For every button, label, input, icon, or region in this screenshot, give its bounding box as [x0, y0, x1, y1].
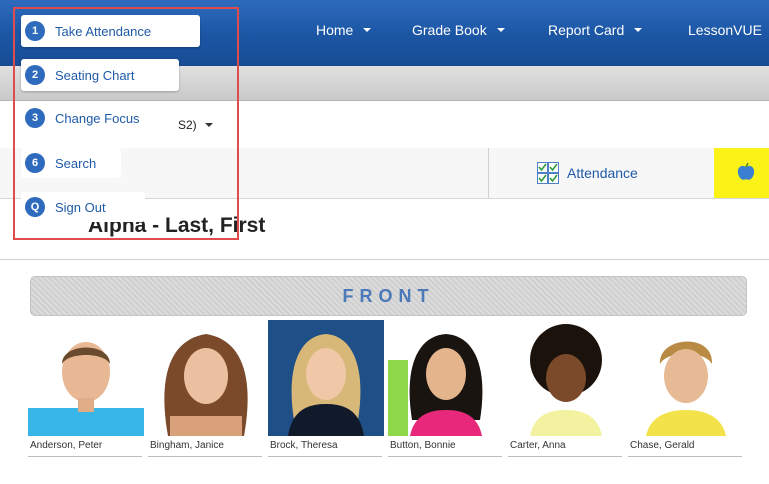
menu-search-label: Search	[55, 155, 97, 171]
menu-sign-out-label: Sign Out	[55, 199, 106, 215]
nav-grade-book[interactable]: Grade Book	[412, 22, 505, 38]
menu-seating-chart-label: Seating Chart	[55, 67, 135, 83]
student-photo	[508, 320, 624, 436]
menu-take-attendance-label: Take Attendance	[55, 23, 152, 39]
nav-lessonvue[interactable]: LessonVUE	[688, 22, 762, 38]
front-label: FRONT	[342, 285, 435, 306]
student-seat[interactable]: Bingham, Janice	[148, 320, 264, 484]
nav-lessonvue-label: LessonVUE	[688, 22, 762, 38]
student-name: Chase, Gerald	[630, 440, 695, 451]
student-photo	[628, 320, 744, 436]
chevron-down-icon	[496, 28, 505, 32]
tab-attendance[interactable]: Attendance	[488, 148, 715, 198]
divider	[508, 456, 622, 457]
menu-change-focus[interactable]: 3 Change Focus	[21, 103, 173, 133]
apple-icon	[737, 162, 755, 180]
shortcut-key-badge: 2	[25, 65, 45, 85]
student-seat[interactable]: Button, Bonnie	[388, 320, 504, 484]
student-name: Brock, Theresa	[270, 440, 338, 451]
chevron-down-icon	[634, 28, 643, 32]
chevron-down-icon	[363, 28, 372, 32]
nav-grade-book-label: Grade Book	[412, 22, 487, 38]
student-photo	[268, 320, 384, 436]
tab-lesson[interactable]	[714, 148, 769, 198]
divider	[148, 456, 262, 457]
divider	[0, 259, 769, 260]
shortcut-key-badge: 6	[25, 153, 45, 173]
divider	[28, 456, 142, 457]
nav-home[interactable]: Home	[316, 22, 372, 38]
seating-chart: Anderson, Peter Bingham, Janice Brock, T…	[28, 320, 768, 484]
student-seat[interactable]: Chase, Gerald	[628, 320, 744, 484]
front-of-class-bar: FRONT	[30, 276, 747, 316]
student-photo	[388, 320, 504, 436]
student-name: Button, Bonnie	[390, 440, 456, 451]
student-name: Bingham, Janice	[150, 440, 224, 451]
tab-attendance-label: Attendance	[567, 165, 638, 181]
student-name: Anderson, Peter	[30, 440, 103, 451]
student-photo	[148, 320, 264, 436]
menu-search[interactable]: 6 Search	[21, 148, 121, 178]
student-photo	[28, 320, 144, 436]
menu-change-focus-label: Change Focus	[55, 110, 140, 126]
student-seat[interactable]: Brock, Theresa	[268, 320, 384, 484]
menu-take-attendance[interactable]: 1 Take Attendance	[21, 15, 200, 47]
menu-seating-chart[interactable]: 2 Seating Chart	[21, 59, 179, 91]
menu-sign-out[interactable]: Q Sign Out	[21, 192, 145, 222]
divider	[268, 456, 382, 457]
shortcut-key-badge: 1	[25, 21, 45, 41]
divider	[388, 456, 502, 457]
nav-report-card-label: Report Card	[548, 22, 625, 38]
nav-report-card[interactable]: Report Card	[548, 22, 643, 38]
shortcut-key-badge: Q	[25, 197, 45, 217]
student-seat[interactable]: Carter, Anna	[508, 320, 624, 484]
attendance-checklist-icon	[537, 162, 559, 184]
divider	[628, 456, 742, 457]
student-name: Carter, Anna	[510, 440, 566, 451]
shortcut-key-badge: 3	[25, 108, 45, 128]
student-seat[interactable]: Anderson, Peter	[28, 320, 144, 484]
nav-home-label: Home	[316, 22, 354, 38]
